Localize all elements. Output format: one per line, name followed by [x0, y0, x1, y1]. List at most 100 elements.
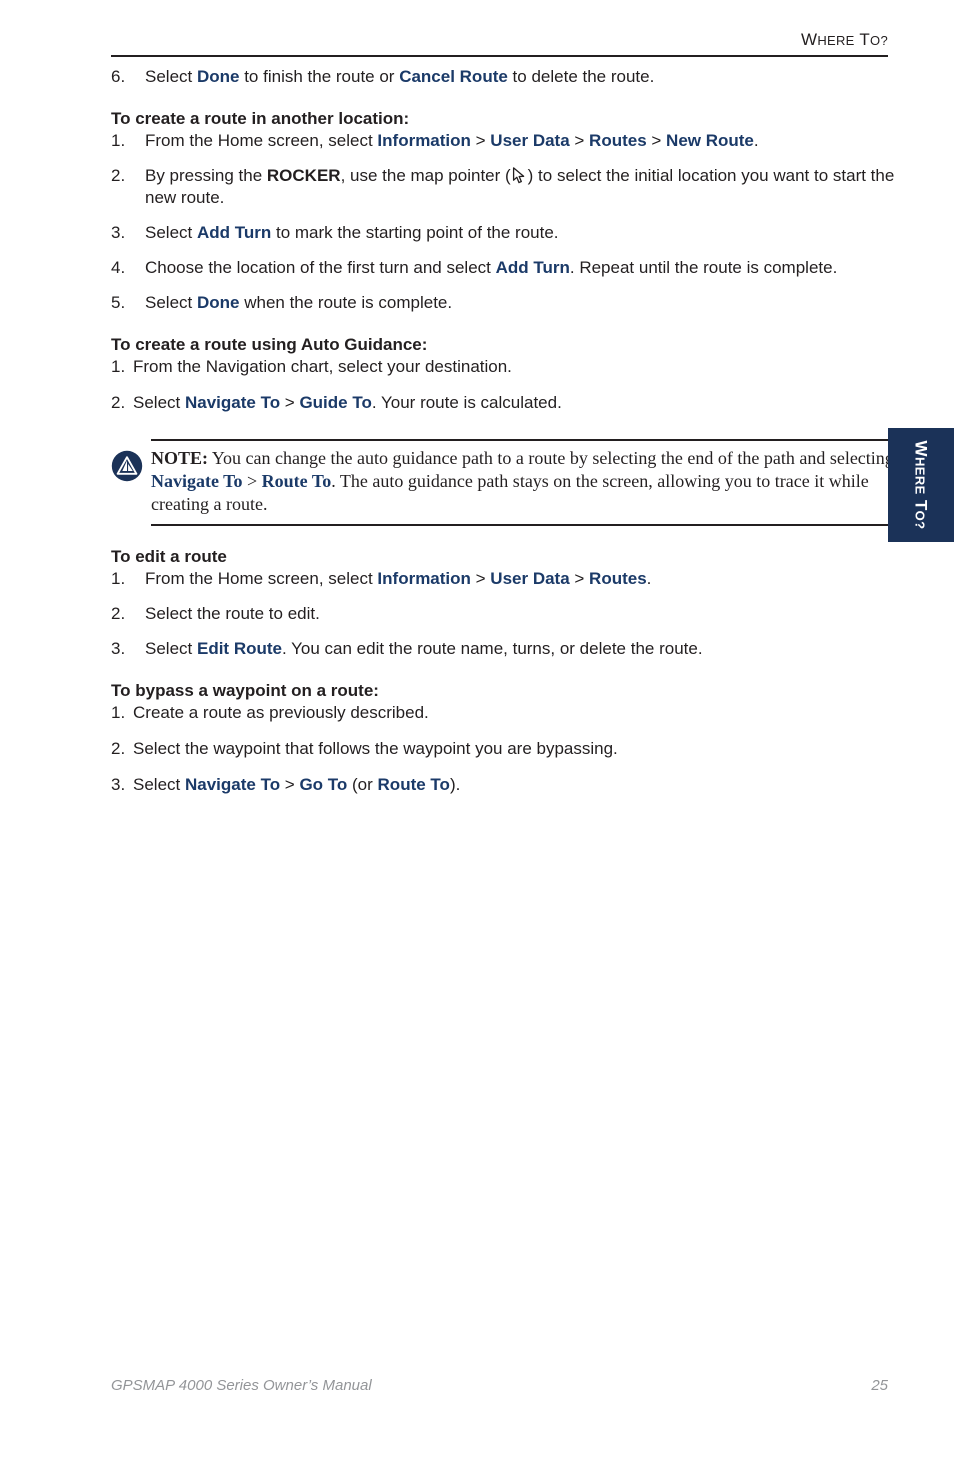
step-text-part: , use the map pointer (	[340, 165, 511, 185]
step-text-part: Select the route to edit.	[145, 604, 320, 624]
list-item: 2. Select the waypoint that follows the w…	[111, 738, 901, 760]
step-text-part: Select	[133, 775, 185, 795]
chapter-tab-cap2: T	[911, 494, 931, 511]
chapter-tab-sc2: O?	[912, 510, 928, 530]
step-number: 3.	[111, 775, 126, 795]
step-text-part: (or	[347, 775, 378, 795]
ui-term: Add Turn	[495, 258, 570, 278]
step-number: 3.	[111, 223, 126, 243]
note-sep: >	[242, 471, 262, 492]
section-bypass-waypoint: To bypass a waypoint on a route: 1. Creat…	[111, 680, 901, 796]
ui-term: Information	[377, 130, 471, 150]
ui-term: New Route	[666, 130, 754, 150]
ui-term: Navigate To	[184, 775, 281, 795]
manual-page: WHERE TO? 6. Select Done to finish the ro…	[0, 0, 954, 1468]
step-text-part: Select	[145, 223, 197, 243]
list-item: 2. Select the route to edit.	[111, 603, 901, 625]
step-sep: >	[646, 130, 667, 150]
note-body: NOTE: You can change the auto guidance p…	[111, 441, 901, 524]
edit-route-step-list: 1. From the Home screen, select Informati…	[111, 568, 901, 660]
step-text-part: From the Home screen, select	[145, 569, 378, 589]
step-number: 2.	[111, 165, 126, 185]
ui-term: Navigate To	[184, 393, 281, 413]
ui-term: Done	[196, 293, 240, 313]
ui-term: Edit Route	[196, 639, 282, 659]
chapter-tab-sc1: HERE	[912, 456, 928, 495]
step-sep: >	[280, 775, 300, 795]
ui-term: Routes	[589, 130, 647, 150]
ui-term: Route To	[377, 775, 450, 795]
note-callout: NOTE: You can change the auto guidance p…	[111, 439, 901, 527]
step-text-part: to finish the route or	[239, 67, 400, 86]
ui-term: Done	[196, 67, 240, 86]
note-label: NOTE:	[151, 448, 209, 469]
ui-term: Go To	[299, 775, 348, 795]
list-item: 1. From the Home screen, select Informati…	[111, 130, 901, 152]
step-number: 1.	[111, 569, 126, 589]
another-location-step-list: 1. From the Home screen, select Informati…	[111, 130, 901, 315]
step-text-part: when the route is complete.	[239, 293, 453, 313]
step-number: 1.	[111, 703, 126, 723]
step-text-part: ).	[449, 775, 461, 795]
running-header-sc2: O?	[870, 33, 888, 48]
step-sep: >	[470, 130, 491, 150]
step-text-part: .	[646, 569, 652, 589]
step-text-part: Select	[145, 293, 197, 313]
step-text-part: to delete the route.	[507, 67, 655, 86]
chapter-tab-label: WHERE TO?	[911, 441, 931, 530]
step-text-part: By pressing the	[145, 165, 267, 185]
key-name: ROCKER	[266, 165, 341, 185]
section-heading: To create a route using Auto Guidance:	[111, 335, 428, 355]
auto-guidance-step-list: 1. From the Navigation chart, select your…	[111, 356, 901, 414]
map-pointer-cursor-icon	[512, 167, 527, 184]
chapter-tab-where-to: WHERE TO?	[888, 428, 954, 542]
list-item: 3. Select Add Turn to mark the starting p…	[111, 222, 901, 244]
list-item: 3. Select Edit Route. You can edit the ro…	[111, 638, 901, 660]
step-text-part: Select the waypoint that follows the way…	[133, 739, 618, 759]
list-item: 6. Select Done to finish the route or Can…	[111, 66, 901, 88]
list-item: 2. Select Navigate To > Guide To. Your ro…	[111, 392, 901, 414]
ui-term: Add Turn	[196, 223, 272, 243]
list-item: 1. From the Navigation chart, select your…	[111, 356, 901, 378]
step-text-part: Select	[145, 67, 197, 86]
list-item: 5. Select Done when the route is complete…	[111, 292, 901, 314]
step-text-part: From the Navigation chart, select your d…	[133, 357, 512, 377]
section-auto-guidance: To create a route using Auto Guidance: 1…	[111, 334, 901, 414]
step-number: 2.	[111, 604, 126, 624]
garmin-triangle-icon	[111, 450, 143, 482]
ui-term: Navigate To	[151, 471, 243, 492]
step-number: 1.	[111, 130, 126, 150]
footer-page-number: 25	[871, 1377, 888, 1394]
ui-term: User Data	[490, 130, 570, 150]
list-item: 3. Select Navigate To > Go To (or Route T…	[111, 774, 901, 796]
ui-term: Route To	[261, 471, 332, 492]
bypass-waypoint-step-list: 1. Create a route as previously described…	[111, 702, 901, 796]
carryover-step-list: 6. Select Done to finish the route or Can…	[111, 66, 901, 88]
step-number: 1.	[111, 357, 126, 377]
page-footer: GPSMAP 4000 Series Owner’s Manual 25	[111, 1377, 888, 1394]
step-number: 3.	[111, 639, 126, 659]
section-heading: To edit a route	[111, 547, 227, 567]
page-content: 6. Select Done to finish the route or Can…	[111, 66, 901, 797]
step-sep: >	[569, 130, 590, 150]
ui-term: User Data	[490, 569, 570, 589]
running-header: WHERE TO?	[111, 30, 888, 50]
footer-manual-title: GPSMAP 4000 Series Owner’s Manual	[111, 1377, 372, 1394]
step-number: 2.	[111, 739, 126, 759]
running-header-cap1: W	[800, 30, 818, 49]
note-bottom-rule	[151, 524, 901, 527]
ui-term: Cancel Route	[399, 67, 508, 86]
step-text-part: Choose the location of the first turn an…	[145, 258, 496, 278]
section-another-location: To create a route in another location: 1…	[111, 108, 901, 314]
running-header-sc1: HERE	[817, 33, 855, 48]
note-text: NOTE: You can change the auto guidance p…	[151, 448, 894, 514]
step-text-part: From the Home screen, select	[145, 130, 378, 150]
step-number: 4.	[111, 258, 126, 278]
ui-term: Routes	[589, 569, 647, 589]
step-text-part: . You can edit the route name, turns, or…	[281, 639, 703, 659]
running-header-cap2: T	[854, 30, 871, 49]
list-item: 4. Choose the location of the first turn …	[111, 257, 901, 279]
ui-term: Information	[377, 569, 471, 589]
section-edit-route: To edit a route 1. From the Home screen, …	[111, 546, 901, 660]
header-divider	[111, 55, 888, 57]
